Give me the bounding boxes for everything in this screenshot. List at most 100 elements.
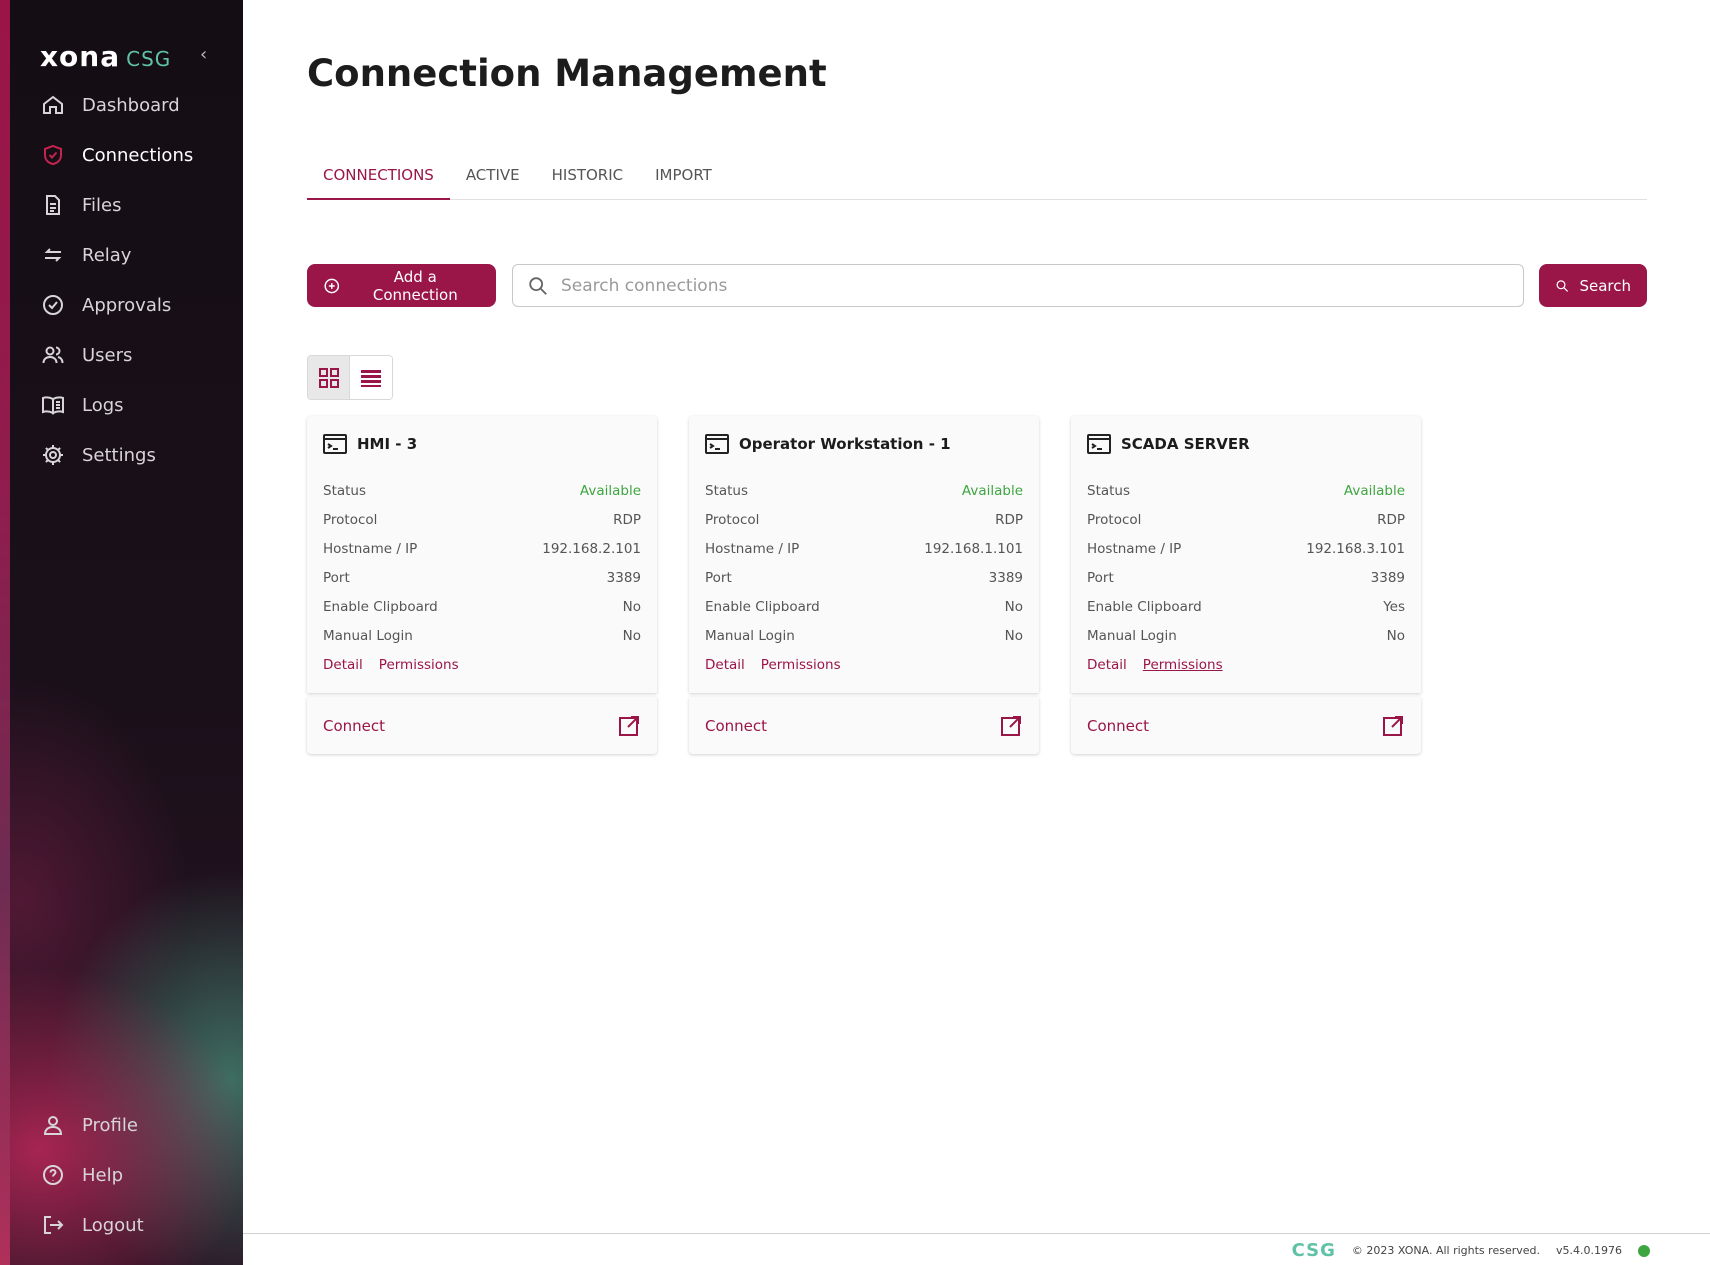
clipboard-row: Enable Clipboard No (323, 592, 641, 621)
connect-button[interactable]: Connect (1087, 717, 1149, 735)
permissions-link[interactable]: Permissions (1143, 657, 1223, 673)
field-label: Port (1087, 569, 1114, 586)
field-label: Manual Login (323, 627, 413, 644)
open-external-icon[interactable] (617, 714, 641, 738)
card-footer: Connect (1071, 697, 1421, 754)
card-links: Detail Permissions (705, 652, 1023, 678)
detail-link[interactable]: Detail (323, 657, 363, 673)
card-body: Operator Workstation - 1 Status Available… (689, 416, 1039, 693)
footer: CSG © 2023 XONA. All rights reserved. v5… (243, 1233, 1710, 1265)
search-button[interactable]: Search (1539, 264, 1647, 307)
sidebar-item-label: Approvals (82, 294, 172, 316)
card-header: SCADA SERVER (1087, 432, 1405, 456)
grid-view-button[interactable] (308, 356, 350, 399)
help-circle-icon (40, 1162, 66, 1188)
open-external-icon[interactable] (1381, 714, 1405, 738)
card-body: SCADA SERVER Status Available Protocol RDP… (1071, 416, 1421, 693)
tab-connections[interactable]: CONNECTIONS (307, 160, 450, 200)
connect-button[interactable]: Connect (323, 717, 385, 735)
field-label: Hostname / IP (705, 540, 800, 557)
card-links: Detail Permissions (1087, 652, 1405, 678)
tab-historic[interactable]: HISTORIC (536, 160, 640, 200)
sidebar-item-connections[interactable]: Connections (0, 130, 243, 180)
sidebar-item-users[interactable]: Users (0, 330, 243, 380)
sidebar-item-help[interactable]: Help (0, 1150, 243, 1200)
field-label: Hostname / IP (1087, 540, 1182, 557)
sidebar-item-approvals[interactable]: Approvals (0, 280, 243, 330)
terminal-icon (1087, 434, 1111, 454)
field-label: Status (705, 482, 749, 499)
terminal-icon (323, 434, 347, 454)
manual-login-value: No (1386, 627, 1405, 644)
list-view-button[interactable] (350, 356, 392, 399)
sidebar-item-files[interactable]: Files (0, 180, 243, 230)
port-value: 3389 (606, 569, 641, 586)
sidebar-item-label: Users (82, 344, 133, 366)
permissions-link[interactable]: Permissions (761, 657, 841, 673)
user-icon (40, 1112, 66, 1138)
field-label: Protocol (705, 511, 760, 528)
sidebar-item-profile[interactable]: Profile (0, 1100, 243, 1150)
sidebar-item-label: Logout (82, 1214, 144, 1236)
sidebar-item-label: Files (82, 194, 122, 216)
sidebar-item-label: Help (82, 1164, 124, 1186)
status-value: Available (579, 482, 641, 499)
clipboard-value: Yes (1383, 598, 1405, 615)
collapse-sidebar-chevron-icon[interactable]: ‹ (200, 44, 207, 65)
connection-card: Operator Workstation - 1 Status Available… (689, 416, 1039, 754)
tab-active[interactable]: ACTIVE (450, 160, 536, 200)
file-icon (40, 192, 66, 218)
detail-link[interactable]: Detail (705, 657, 745, 673)
status-row: Status Available (323, 476, 641, 505)
port-row: Port 3389 (323, 563, 641, 592)
version-text: v5.4.0.1976 (1556, 1244, 1622, 1257)
protocol-row: Protocol RDP (1087, 505, 1405, 534)
field-label: Protocol (323, 511, 378, 528)
host-row: Hostname / IP 192.168.3.101 (1087, 534, 1405, 563)
protocol-row: Protocol RDP (705, 505, 1023, 534)
terminal-icon (705, 434, 729, 454)
open-external-icon[interactable] (999, 714, 1023, 738)
shield-check-icon (40, 142, 66, 168)
sidebar-item-label: Connections (82, 144, 194, 166)
clipboard-row: Enable Clipboard Yes (1087, 592, 1405, 621)
manual-login-row: Manual Login No (1087, 621, 1405, 650)
sidebar-bottom-nav: Profile Help Logout (0, 1100, 243, 1250)
sidebar-item-settings[interactable]: Settings (0, 430, 243, 480)
status-value: Available (961, 482, 1023, 499)
sidebar-item-label: Settings (82, 444, 156, 466)
sidebar-item-label: Dashboard (82, 94, 180, 116)
brand-name: xona (40, 40, 121, 73)
search-icon (1556, 279, 1569, 292)
add-connection-button[interactable]: Add a Connection (307, 264, 496, 307)
grid-icon (318, 367, 339, 388)
detail-link[interactable]: Detail (1087, 657, 1127, 673)
permissions-link[interactable]: Permissions (379, 657, 459, 673)
field-label: Port (323, 569, 350, 586)
card-footer: Connect (307, 697, 657, 754)
sidebar-item-logout[interactable]: Logout (0, 1200, 243, 1250)
connect-button[interactable]: Connect (705, 717, 767, 735)
card-header: Operator Workstation - 1 (705, 432, 1023, 456)
sidebar-item-logs[interactable]: Logs (0, 380, 243, 430)
field-label: Status (323, 482, 367, 499)
sidebar: xona CSG ‹ Dashboard Connections Files R… (0, 0, 243, 1265)
sidebar-item-relay[interactable]: Relay (0, 230, 243, 280)
field-label: Enable Clipboard (705, 598, 820, 615)
field-label: Enable Clipboard (1087, 598, 1202, 615)
footer-logo: CSG (1291, 1240, 1336, 1261)
plus-circle-icon (324, 278, 340, 293)
footer-info: CSG © 2023 XONA. All rights reserved. v5… (1292, 1240, 1650, 1261)
clipboard-row: Enable Clipboard No (705, 592, 1023, 621)
card-footer: Connect (689, 697, 1039, 754)
status-value: Available (1343, 482, 1405, 499)
search-input[interactable] (561, 275, 1461, 296)
search-box (512, 264, 1524, 307)
connection-cards: HMI - 3 Status Available Protocol RDP Host… (307, 416, 1453, 754)
sidebar-item-dashboard[interactable]: Dashboard (0, 80, 243, 130)
sidebar-nav: Dashboard Connections Files Relay Approv… (0, 80, 243, 480)
tab-import[interactable]: IMPORT (639, 160, 728, 200)
manual-login-value: No (1004, 627, 1023, 644)
tab-bar: CONNECTIONS ACTIVE HISTORIC IMPORT (307, 160, 1647, 200)
port-value: 3389 (1370, 569, 1405, 586)
